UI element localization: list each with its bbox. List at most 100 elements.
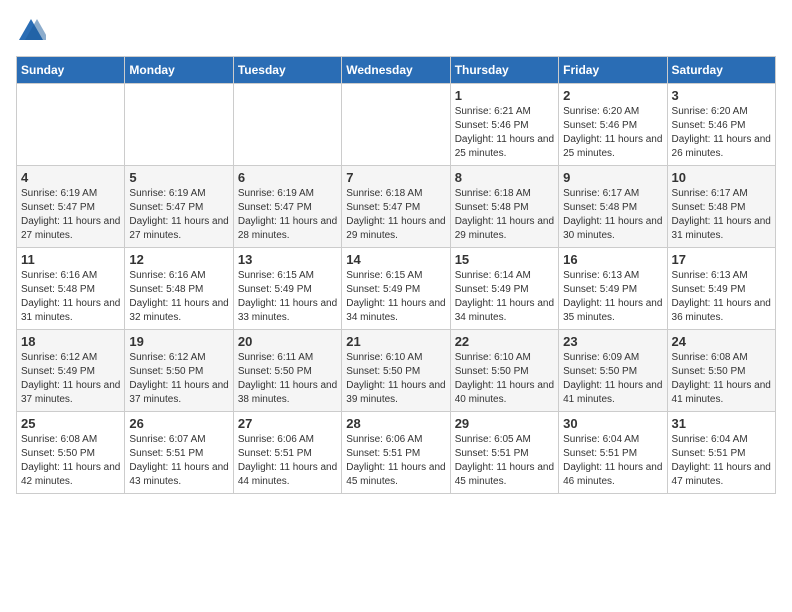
calendar-day-cell: 24 Sunrise: 6:08 AM Sunset: 5:50 PM Dayli…	[667, 330, 775, 412]
day-info: Sunrise: 6:14 AM Sunset: 5:49 PM Dayligh…	[455, 269, 554, 325]
calendar-day-cell: 27Sunrise: 6:06 AM Sunset: 5:51 PM Dayli…	[233, 412, 341, 494]
day-info: Sunrise: 6:15 AM Sunset: 5:49 PM Dayligh…	[238, 269, 337, 325]
calendar-week-row: 18Sunrise: 6:12 AM Sunset: 5:49 PM Dayli…	[17, 330, 776, 412]
day-info: Sunrise: 6:11 AM Sunset: 5:50 PM Dayligh…	[238, 351, 337, 407]
calendar-day-cell: 29 Sunrise: 6:05 AM Sunset: 5:51 PM Dayli…	[450, 412, 558, 494]
calendar-week-row: 11 Sunrise: 6:16 AM Sunset: 5:48 PM Dayli…	[17, 248, 776, 330]
calendar-day-cell: 1Sunrise: 6:21 AM Sunset: 5:46 PM Daylig…	[450, 84, 558, 166]
day-number: 3	[672, 88, 771, 103]
day-number: 17	[672, 252, 771, 267]
day-number: 8	[455, 170, 554, 185]
day-info: Sunrise: 6:10 AM Sunset: 5:50 PM Dayligh…	[455, 351, 554, 407]
day-number: 24	[672, 334, 771, 349]
day-info: Sunrise: 6:19 AM Sunset: 5:47 PM Dayligh…	[129, 187, 228, 243]
calendar-day-cell: 5Sunrise: 6:19 AM Sunset: 5:47 PM Daylig…	[125, 166, 233, 248]
calendar-day-cell: 18Sunrise: 6:12 AM Sunset: 5:49 PM Dayli…	[17, 330, 125, 412]
day-number: 12	[129, 252, 228, 267]
calendar-day-cell	[342, 84, 450, 166]
day-info: Sunrise: 6:12 AM Sunset: 5:50 PM Dayligh…	[129, 351, 228, 407]
calendar-day-cell: 21Sunrise: 6:10 AM Sunset: 5:50 PM Dayli…	[342, 330, 450, 412]
day-number: 16	[563, 252, 662, 267]
calendar-day-cell	[233, 84, 341, 166]
calendar-day-cell: 2 Sunrise: 6:20 AM Sunset: 5:46 PM Daylig…	[559, 84, 667, 166]
logo	[16, 16, 50, 46]
day-number: 6	[238, 170, 337, 185]
day-number: 7	[346, 170, 445, 185]
day-number: 25	[21, 416, 120, 431]
day-number: 23	[563, 334, 662, 349]
day-info: Sunrise: 6:16 AM Sunset: 5:48 PM Dayligh…	[21, 269, 120, 325]
calendar-day-cell	[125, 84, 233, 166]
calendar-day-cell: 12 Sunrise: 6:16 AM Sunset: 5:48 PM Dayli…	[125, 248, 233, 330]
day-number: 19	[129, 334, 228, 349]
day-number: 31	[672, 416, 771, 431]
calendar-day-cell: 3 Sunrise: 6:20 AM Sunset: 5:46 PM Daylig…	[667, 84, 775, 166]
calendar-day-cell: 14 Sunrise: 6:15 AM Sunset: 5:49 PM Dayli…	[342, 248, 450, 330]
calendar-day-cell: 16 Sunrise: 6:13 AM Sunset: 5:49 PM Dayli…	[559, 248, 667, 330]
day-info: Sunrise: 6:20 AM Sunset: 5:46 PM Dayligh…	[563, 105, 662, 161]
calendar-day-cell: 20 Sunrise: 6:11 AM Sunset: 5:50 PM Dayli…	[233, 330, 341, 412]
day-number: 1	[455, 88, 554, 103]
day-info: Sunrise: 6:13 AM Sunset: 5:49 PM Dayligh…	[672, 269, 771, 325]
calendar-day-cell: 26 Sunrise: 6:07 AM Sunset: 5:51 PM Dayli…	[125, 412, 233, 494]
day-info: Sunrise: 6:19 AM Sunset: 5:47 PM Dayligh…	[238, 187, 337, 243]
calendar-week-row: 1Sunrise: 6:21 AM Sunset: 5:46 PM Daylig…	[17, 84, 776, 166]
day-info: Sunrise: 6:17 AM Sunset: 5:48 PM Dayligh…	[672, 187, 771, 243]
day-info: Sunrise: 6:08 AM Sunset: 5:50 PM Dayligh…	[21, 433, 120, 489]
calendar-day-cell: 13Sunrise: 6:15 AM Sunset: 5:49 PM Dayli…	[233, 248, 341, 330]
day-number: 15	[455, 252, 554, 267]
calendar-day-cell: 23 Sunrise: 6:09 AM Sunset: 5:50 PM Dayli…	[559, 330, 667, 412]
day-number: 20	[238, 334, 337, 349]
day-info: Sunrise: 6:08 AM Sunset: 5:50 PM Dayligh…	[672, 351, 771, 407]
day-of-week-header: Monday	[125, 57, 233, 84]
calendar-header: SundayMondayTuesdayWednesdayThursdayFrid…	[17, 57, 776, 84]
day-info: Sunrise: 6:06 AM Sunset: 5:51 PM Dayligh…	[346, 433, 445, 489]
calendar-day-cell: 17 Sunrise: 6:13 AM Sunset: 5:49 PM Dayli…	[667, 248, 775, 330]
day-number: 26	[129, 416, 228, 431]
day-info: Sunrise: 6:20 AM Sunset: 5:46 PM Dayligh…	[672, 105, 771, 161]
header-row: SundayMondayTuesdayWednesdayThursdayFrid…	[17, 57, 776, 84]
calendar-day-cell: 8 Sunrise: 6:18 AM Sunset: 5:48 PM Daylig…	[450, 166, 558, 248]
logo-icon	[16, 16, 46, 46]
calendar-day-cell: 31 Sunrise: 6:04 AM Sunset: 5:51 PM Dayli…	[667, 412, 775, 494]
day-info: Sunrise: 6:07 AM Sunset: 5:51 PM Dayligh…	[129, 433, 228, 489]
day-info: Sunrise: 6:13 AM Sunset: 5:49 PM Dayligh…	[563, 269, 662, 325]
calendar-day-cell: 10 Sunrise: 6:17 AM Sunset: 5:48 PM Dayli…	[667, 166, 775, 248]
calendar-week-row: 25 Sunrise: 6:08 AM Sunset: 5:50 PM Dayli…	[17, 412, 776, 494]
calendar-day-cell: 11 Sunrise: 6:16 AM Sunset: 5:48 PM Dayli…	[17, 248, 125, 330]
day-info: Sunrise: 6:06 AM Sunset: 5:51 PM Dayligh…	[238, 433, 337, 489]
calendar-day-cell: 25 Sunrise: 6:08 AM Sunset: 5:50 PM Dayli…	[17, 412, 125, 494]
day-info: Sunrise: 6:15 AM Sunset: 5:49 PM Dayligh…	[346, 269, 445, 325]
day-info: Sunrise: 6:19 AM Sunset: 5:47 PM Dayligh…	[21, 187, 120, 243]
day-number: 30	[563, 416, 662, 431]
day-of-week-header: Wednesday	[342, 57, 450, 84]
day-of-week-header: Friday	[559, 57, 667, 84]
day-number: 11	[21, 252, 120, 267]
day-number: 28	[346, 416, 445, 431]
calendar-table: SundayMondayTuesdayWednesdayThursdayFrid…	[16, 56, 776, 494]
calendar-day-cell: 22 Sunrise: 6:10 AM Sunset: 5:50 PM Dayli…	[450, 330, 558, 412]
day-info: Sunrise: 6:09 AM Sunset: 5:50 PM Dayligh…	[563, 351, 662, 407]
calendar-day-cell: 15 Sunrise: 6:14 AM Sunset: 5:49 PM Dayli…	[450, 248, 558, 330]
day-info: Sunrise: 6:18 AM Sunset: 5:47 PM Dayligh…	[346, 187, 445, 243]
calendar-day-cell: 4 Sunrise: 6:19 AM Sunset: 5:47 PM Daylig…	[17, 166, 125, 248]
calendar-day-cell: 9Sunrise: 6:17 AM Sunset: 5:48 PM Daylig…	[559, 166, 667, 248]
day-number: 14	[346, 252, 445, 267]
day-number: 29	[455, 416, 554, 431]
day-of-week-header: Thursday	[450, 57, 558, 84]
calendar-day-cell: 19 Sunrise: 6:12 AM Sunset: 5:50 PM Dayli…	[125, 330, 233, 412]
day-number: 10	[672, 170, 771, 185]
day-number: 22	[455, 334, 554, 349]
day-number: 4	[21, 170, 120, 185]
calendar-day-cell	[17, 84, 125, 166]
calendar-day-cell: 7 Sunrise: 6:18 AM Sunset: 5:47 PM Daylig…	[342, 166, 450, 248]
calendar-day-cell: 28 Sunrise: 6:06 AM Sunset: 5:51 PM Dayli…	[342, 412, 450, 494]
day-info: Sunrise: 6:16 AM Sunset: 5:48 PM Dayligh…	[129, 269, 228, 325]
day-info: Sunrise: 6:10 AM Sunset: 5:50 PM Dayligh…	[346, 351, 445, 407]
day-info: Sunrise: 6:05 AM Sunset: 5:51 PM Dayligh…	[455, 433, 554, 489]
day-info: Sunrise: 6:12 AM Sunset: 5:49 PM Dayligh…	[21, 351, 120, 407]
day-of-week-header: Sunday	[17, 57, 125, 84]
day-info: Sunrise: 6:04 AM Sunset: 5:51 PM Dayligh…	[672, 433, 771, 489]
day-info: Sunrise: 6:18 AM Sunset: 5:48 PM Dayligh…	[455, 187, 554, 243]
day-number: 2	[563, 88, 662, 103]
